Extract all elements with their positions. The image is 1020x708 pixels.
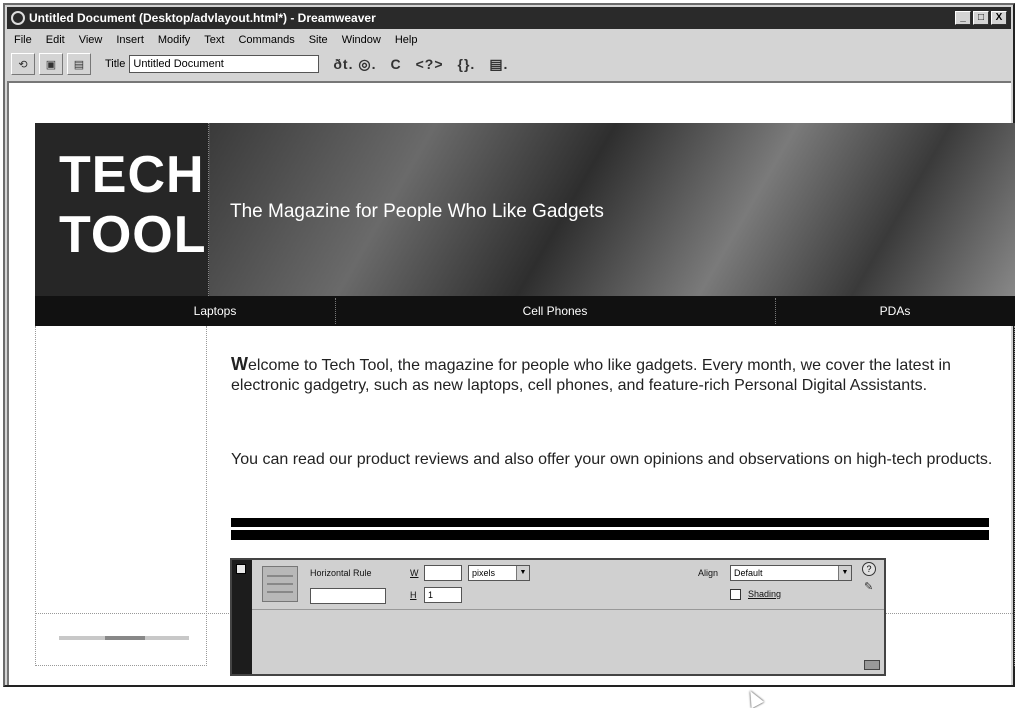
menu-site[interactable]: Site — [302, 34, 335, 46]
view-options-icon[interactable]: ▤. — [489, 56, 508, 73]
split-view-icon: ▣ — [45, 58, 57, 71]
design-view-icon: ▤ — [73, 58, 85, 71]
refresh-icon[interactable]: C — [390, 56, 401, 72]
align-value: Default — [734, 568, 763, 578]
code-view-button[interactable]: ⟲ — [11, 53, 35, 75]
rule-line-decoration — [267, 591, 293, 593]
units-value: pixels — [472, 568, 496, 578]
shading-checkbox[interactable] — [730, 589, 741, 600]
align-select[interactable]: Default ▼ — [730, 565, 852, 581]
property-inspector-top-row: Horizontal Rule W H 1 pixels ▼ Align Defa… — [252, 560, 884, 610]
menu-view[interactable]: View — [72, 34, 110, 46]
nav-pdas[interactable]: PDAs — [775, 296, 1015, 326]
logo-line-2: TOOL — [59, 206, 207, 264]
intro-paragraph-text: elcome to Tech Tool, the magazine for pe… — [231, 357, 951, 394]
menu-bar: File Edit View Insert Modify Text Comman… — [7, 31, 1011, 49]
left-layout-cell[interactable] — [35, 326, 207, 666]
document-title-input[interactable]: Untitled Document — [129, 55, 320, 73]
reviews-paragraph[interactable]: You can read our product reviews and als… — [231, 450, 995, 470]
menu-window[interactable]: Window — [335, 34, 388, 46]
split-view-button[interactable]: ▣ — [39, 53, 63, 75]
window-controls: _ □ X — [955, 11, 1007, 25]
chevron-down-icon[interactable]: ▼ — [516, 566, 529, 580]
rule-line-decoration — [267, 583, 293, 585]
title-bar[interactable]: Untitled Document (Desktop/advlayout.htm… — [7, 7, 1011, 29]
code-navigation-icon[interactable]: {}. — [458, 56, 476, 72]
design-view-button[interactable]: ▤ — [67, 53, 91, 75]
mouse-cursor-icon — [744, 687, 764, 708]
file-management-icon[interactable]: ðt. ◎. — [333, 56, 376, 73]
tech-tool-logo: TECH TOOL — [35, 123, 209, 296]
quick-tag-editor-icon[interactable]: ✎ — [864, 580, 873, 593]
window-title: Untitled Document (Desktop/advlayout.htm… — [29, 11, 376, 25]
application-window: Untitled Document (Desktop/advlayout.htm… — [3, 3, 1015, 708]
title-label: Title — [105, 58, 126, 70]
menu-help[interactable]: Help — [388, 34, 425, 46]
intro-paragraph[interactable]: Welcome to Tech Tool, the magazine for p… — [231, 354, 995, 396]
help-icon[interactable]: ? — [862, 562, 876, 576]
menu-modify[interactable]: Modify — [151, 34, 197, 46]
tagline: The Magazine for People Who Like Gadgets — [230, 201, 604, 222]
menu-edit[interactable]: Edit — [39, 34, 72, 46]
document-toolbar: ⟲ ▣ ▤ Title Untitled Document ðt. ◎. C <… — [7, 51, 1011, 77]
circuit-board-banner: The Magazine for People Who Like Gadgets — [210, 123, 1015, 296]
horizontal-rule-icon — [262, 566, 298, 602]
menu-commands[interactable]: Commands — [231, 34, 301, 46]
align-label: Align — [698, 568, 719, 578]
nav-cell-phones[interactable]: Cell Phones — [335, 296, 775, 326]
code-view-icon: ⟲ — [18, 58, 28, 71]
close-icon[interactable] — [236, 564, 246, 574]
dreamweaver-app-icon — [11, 11, 25, 25]
document-design-view[interactable]: TECH TOOL The Magazine for People Who Li… — [7, 81, 1015, 708]
expand-arrow-icon[interactable] — [864, 660, 880, 670]
chevron-down-icon[interactable]: ▼ — [838, 566, 851, 580]
footer-spacer-bar — [59, 636, 189, 640]
units-select[interactable]: pixels ▼ — [468, 565, 530, 581]
logo-line-1: TECH — [59, 146, 205, 204]
height-field[interactable]: 1 — [424, 587, 462, 603]
menu-file[interactable]: File — [7, 34, 39, 46]
menu-insert[interactable]: Insert — [109, 34, 151, 46]
nav-bar: Laptops Cell Phones PDAs — [35, 296, 1015, 326]
element-type-label: Horizontal Rule — [310, 568, 372, 578]
minimize-button[interactable]: _ — [955, 11, 971, 25]
horizontal-rule[interactable] — [231, 518, 989, 540]
reference-icon[interactable]: <?> — [416, 56, 444, 72]
property-inspector-gripper[interactable] — [232, 560, 252, 674]
height-label: H — [410, 590, 417, 600]
shading-label: Shading — [748, 589, 782, 599]
menu-text[interactable]: Text — [197, 34, 231, 46]
property-inspector: Horizontal Rule W H 1 pixels ▼ Align Defa… — [230, 558, 886, 676]
drop-cap: W — [231, 354, 248, 374]
rule-line-decoration — [267, 575, 293, 577]
page-header: TECH TOOL The Magazine for People Who Li… — [35, 123, 1015, 296]
close-button[interactable]: X — [991, 11, 1007, 25]
maximize-button[interactable]: □ — [973, 11, 989, 25]
width-field[interactable] — [424, 565, 462, 581]
width-label: W — [410, 568, 419, 578]
rule-name-field[interactable] — [310, 588, 386, 604]
